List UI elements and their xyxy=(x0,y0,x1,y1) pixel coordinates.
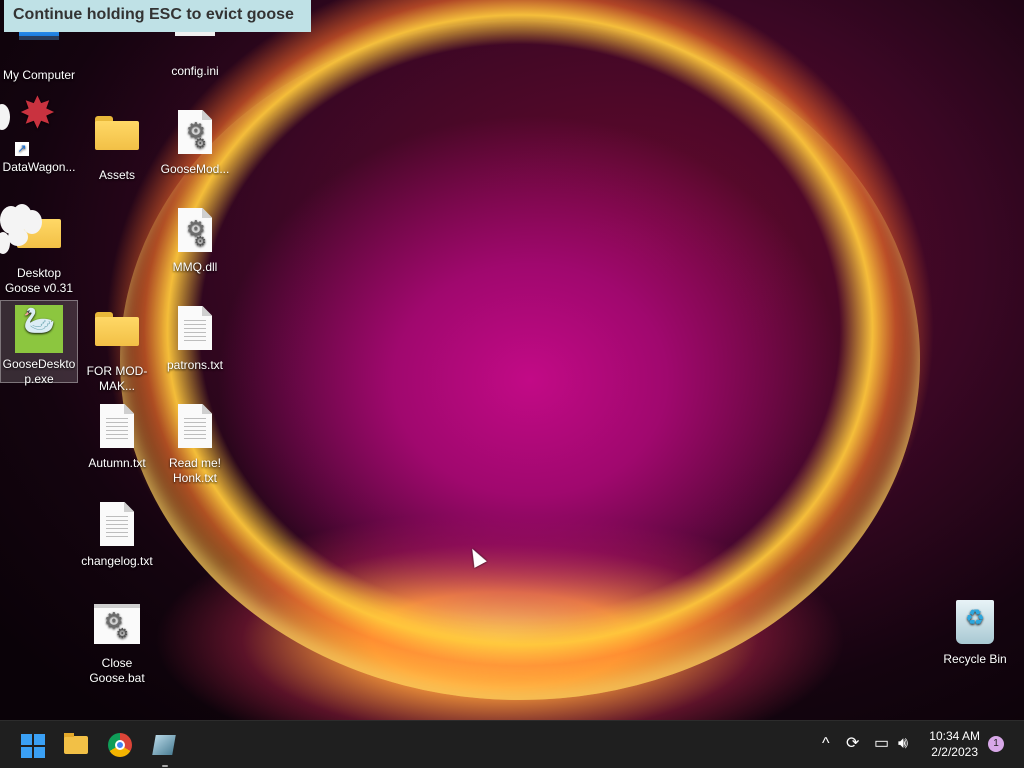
text-file-icon xyxy=(100,502,134,546)
icon-label: GooseDesktop.exe xyxy=(2,357,76,386)
text-file-icon xyxy=(178,306,212,350)
icon-label: patrons.txt xyxy=(166,358,224,372)
desktop-icon-autumn-txt[interactable]: Autumn.txt xyxy=(78,398,156,471)
evict-goose-banner: Continue holding ESC to evict goose xyxy=(4,0,311,32)
shortcut-arrow-icon: ↗ xyxy=(15,142,29,156)
show-hidden-icons-button[interactable]: ^ xyxy=(822,735,830,753)
desktop-icon-patrons-txt[interactable]: patrons.txt xyxy=(156,300,234,373)
clock[interactable]: 10:34 AM 2/2/2023 xyxy=(929,728,980,760)
chevron-up-icon: ^ xyxy=(822,735,830,752)
desktop-icon-assets[interactable]: Assets xyxy=(78,104,156,183)
desktop-icon-for-mod-makers[interactable]: FOR MOD-MAK... xyxy=(78,300,156,394)
desktop-icon-goosemod[interactable]: ⚙ ⚙ GooseMod... xyxy=(156,104,234,177)
notification-badge[interactable]: 1 xyxy=(988,736,1004,752)
mouse-cursor-icon xyxy=(466,545,487,568)
volume-icon[interactable]: 🔊︎ xyxy=(898,735,908,753)
icon-label: Assets xyxy=(98,168,135,182)
folder-icon xyxy=(64,733,88,754)
desktop-icon-goosedesktop-exe[interactable]: 🦢 GooseDesktop.exe xyxy=(0,300,78,386)
folder-icon xyxy=(95,116,139,150)
icon-label: Close Goose.bat xyxy=(89,656,145,685)
folder-icon xyxy=(95,312,139,346)
icon-label: Autumn.txt xyxy=(88,456,146,470)
network-icon[interactable]: ▭ xyxy=(874,735,889,753)
settings-file-icon: ⚙ ⚙ xyxy=(178,110,212,154)
active-indicator xyxy=(162,765,168,767)
text-file-icon xyxy=(178,404,212,448)
desktop-icon-read-me-honk[interactable]: Read me! Honk.txt xyxy=(156,398,234,486)
datawagon-icon: ✸ ↗ xyxy=(15,92,63,156)
goose-app-icon: 🦢 xyxy=(15,305,63,353)
recycle-bin-icon: ♻ xyxy=(956,600,994,644)
desktop-goose-taskbar-button[interactable] xyxy=(148,729,180,761)
icon-label: config.ini xyxy=(171,64,219,78)
goose-app-icon xyxy=(152,735,176,755)
windows-logo-icon xyxy=(16,729,48,763)
desktop-icon-changelog-txt[interactable]: changelog.txt xyxy=(78,496,156,569)
batch-file-icon: ⚙ ⚙ xyxy=(94,604,140,644)
text-file-icon xyxy=(100,404,134,448)
clock-date: 2/2/2023 xyxy=(931,745,978,759)
icon-label: Recycle Bin xyxy=(943,652,1007,666)
icon-label: Read me! Honk.txt xyxy=(168,456,222,485)
chrome-button[interactable] xyxy=(104,729,136,761)
icon-label: Desktop Goose v0.31 xyxy=(4,266,74,295)
desktop-icon-close-goose-bat[interactable]: ⚙ ⚙ Close Goose.bat xyxy=(78,594,156,686)
chrome-icon xyxy=(108,733,132,757)
icon-label: changelog.txt xyxy=(81,554,153,568)
icon-label: DataWagon... xyxy=(2,160,76,174)
file-explorer-button[interactable] xyxy=(60,729,92,761)
desktop-icon-recycle-bin[interactable]: ♻ Recycle Bin xyxy=(936,594,1014,667)
icon-label: GooseMod... xyxy=(160,162,230,176)
start-button[interactable] xyxy=(16,729,48,761)
icon-label: MMQ.dll xyxy=(172,260,218,274)
sync-status-icon[interactable]: ⟳ xyxy=(846,735,859,753)
desktop-icon-mmq-dll[interactable]: ⚙ ⚙ MMQ.dll xyxy=(156,202,234,275)
desktop-icon-datawagon[interactable]: ✸ ↗ DataWagon... xyxy=(0,92,78,175)
icon-label: FOR MOD-MAK... xyxy=(86,364,148,393)
icon-label: My Computer xyxy=(2,68,76,82)
wallpaper-glow xyxy=(120,20,920,700)
taskbar: ^ ⟳ ▭ 🔊︎ 10:34 AM 2/2/2023 1 xyxy=(0,720,1024,768)
clock-time: 10:34 AM xyxy=(929,729,980,743)
dll-file-icon: ⚙ ⚙ xyxy=(178,208,212,252)
